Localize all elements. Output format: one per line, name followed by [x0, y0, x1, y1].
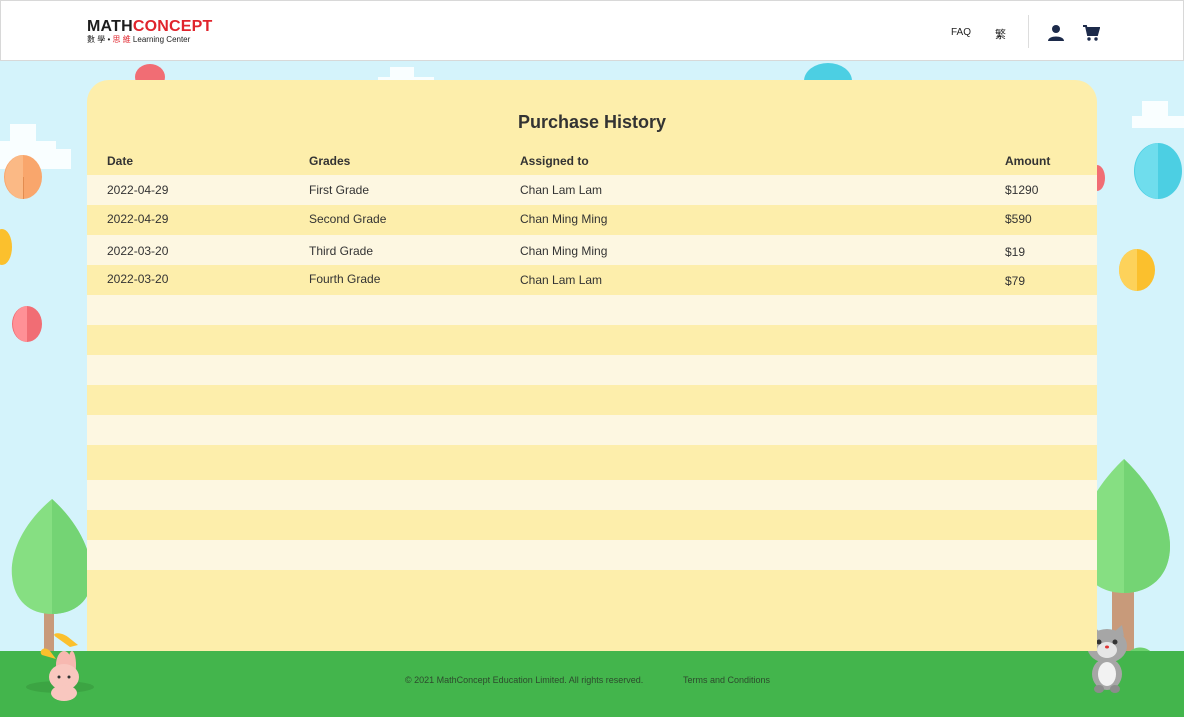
table-row-empty	[87, 385, 1097, 415]
table-row-empty	[87, 445, 1097, 475]
logo-wordmark-concept: Concept	[132, 18, 213, 35]
column-header-grades: Grades	[309, 154, 351, 168]
page-title: Purchase History	[517, 112, 667, 132]
cell-amount: $1290	[1005, 183, 1039, 197]
cell-amount: $79	[1005, 274, 1026, 288]
cell-assigned-to: Chan Ming Ming	[520, 244, 608, 258]
logo-tagline-b: 思 維	[112, 35, 131, 44]
footer-terms-link[interactable]: Terms and Conditions	[683, 675, 770, 685]
cell-grade: Fourth Grade	[309, 272, 381, 286]
footer-copyright: © 2021 MathConcept Education Limited. Al…	[405, 675, 644, 685]
table-row-empty	[87, 480, 1097, 510]
table-row-empty	[87, 295, 1097, 325]
logo-wordmark: MathConcept	[87, 19, 212, 35]
cart-icon[interactable]	[1082, 24, 1101, 42]
column-header-amount: Amount	[1005, 154, 1051, 168]
cell-date: 2022-03-20	[107, 272, 169, 286]
cell-amount: $19	[1005, 245, 1026, 259]
nav-divider	[1028, 15, 1029, 48]
cell-assigned-to: Chan Lam Lam	[520, 273, 603, 287]
table-row-empty	[87, 510, 1097, 540]
logo-tagline-c: Learning Center	[130, 35, 191, 44]
logo-tagline: 數 學 • 思 維 Learning Center	[87, 35, 190, 45]
logo-wordmark-math: Math	[87, 18, 133, 35]
user-icon[interactable]	[1047, 24, 1065, 42]
column-header-assigned-to: Assigned to	[520, 154, 589, 168]
cell-grade: Third Grade	[309, 244, 374, 258]
column-header-date: Date	[107, 154, 134, 168]
table-row-empty	[87, 415, 1097, 445]
table-row-empty	[87, 355, 1097, 385]
site-header: MathConcept 數 學 • 思 維 Learning Center FA…	[0, 0, 1184, 61]
cell-date: 2022-04-29	[107, 212, 169, 226]
nav-language-toggle[interactable]: 繁	[995, 26, 1006, 42]
mathconcept-logo[interactable]: MathConcept 數 學 • 思 維 Learning Center	[87, 19, 217, 47]
logo-tagline-a: 數 學 •	[87, 35, 113, 44]
cell-grade: Second Grade	[309, 212, 387, 226]
cell-date: 2022-03-20	[107, 244, 169, 258]
purchase-history-card: Purchase History Date Grades Assigned to…	[87, 80, 1097, 651]
table-row-empty	[87, 540, 1097, 570]
cell-grade: First Grade	[309, 183, 370, 197]
cell-amount: $590	[1005, 212, 1032, 226]
cell-assigned-to: Chan Ming Ming	[520, 212, 608, 226]
cell-assigned-to: Chan Lam Lam	[520, 183, 603, 197]
nav-faq-link[interactable]: FAQ	[951, 27, 971, 38]
cell-date: 2022-04-29	[107, 183, 169, 197]
table-row-empty	[87, 325, 1097, 355]
